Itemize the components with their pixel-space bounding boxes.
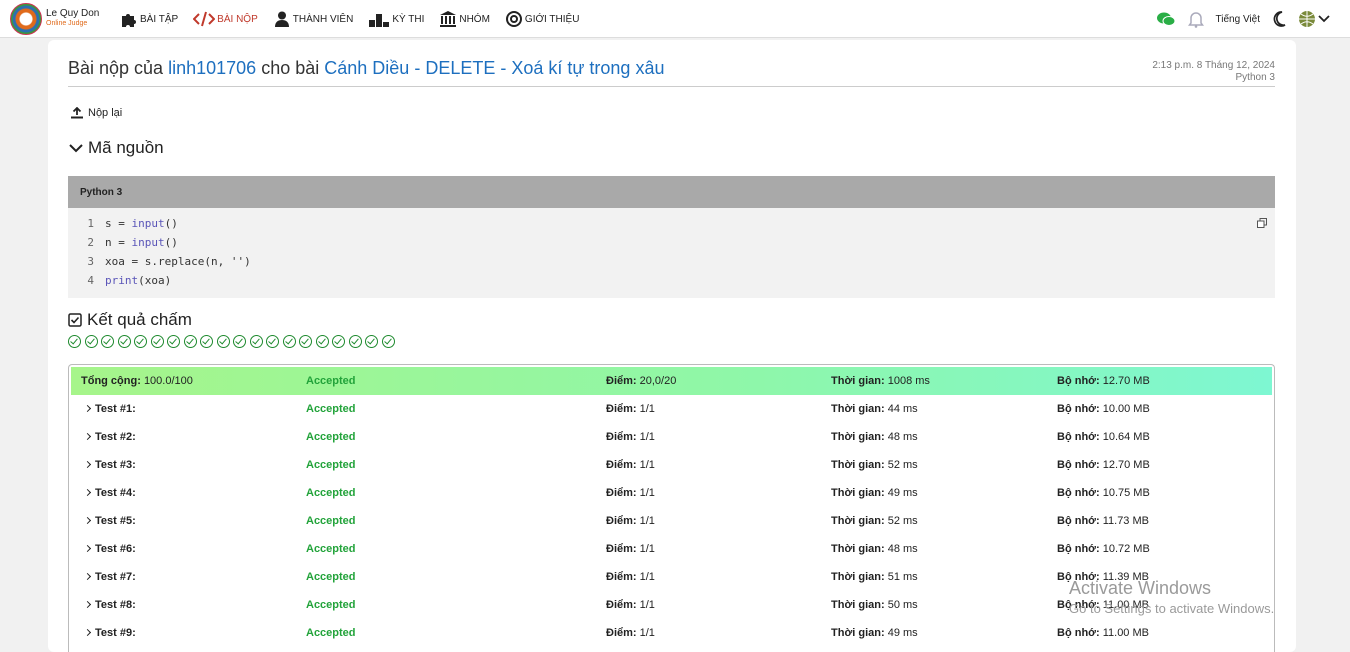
at-icon bbox=[505, 11, 522, 27]
check-circle-icon bbox=[183, 335, 197, 348]
code-icon bbox=[193, 11, 216, 27]
language-selector[interactable]: Tiếng Việt bbox=[1216, 14, 1260, 25]
wechat-icon[interactable] bbox=[1156, 11, 1176, 27]
check-circle-icon bbox=[101, 335, 114, 348]
status-badge: Accepted bbox=[306, 627, 356, 639]
code-block: 1 s = input() 2 n = input() 3 xoa = s.re… bbox=[68, 208, 1275, 298]
windows-activation-watermark: Activate Windows Go to Settings to activ… bbox=[1069, 578, 1275, 616]
puzzle-icon bbox=[122, 14, 136, 27]
user-icon bbox=[274, 11, 289, 27]
check-circle-icon bbox=[315, 335, 329, 348]
submission-card: Bài nộp của linh101706 cho bài Cánh Diều… bbox=[48, 40, 1296, 652]
nav-item-problems[interactable]: BÀI TẬP bbox=[120, 11, 178, 27]
test-case-row[interactable]: Test #3: Accepted Điểm: 1/1 Thời gian: 52 m… bbox=[71, 451, 1272, 479]
status-badge: Accepted bbox=[306, 599, 356, 611]
chevron-right-icon bbox=[83, 432, 92, 441]
site-logo[interactable]: Le Quy Don Online Judge bbox=[10, 3, 99, 35]
status-badge: Accepted bbox=[306, 431, 356, 443]
status-badge: Accepted bbox=[306, 571, 356, 583]
navbar: Le Quy Don Online Judge BÀI TẬP BÀI NỘP … bbox=[0, 0, 1350, 38]
test-case-row[interactable]: Test #1: Accepted Điểm: 1/1 Thời gian: 44 m… bbox=[71, 395, 1272, 423]
nav-item-users[interactable]: THÀNH VIÊN bbox=[273, 11, 353, 27]
check-circle-icon bbox=[365, 335, 378, 348]
test-case-row[interactable]: Test #9: Accepted Điểm: 1/1 Thời gian: 49 m… bbox=[71, 619, 1272, 647]
scrollbar[interactable] bbox=[1342, 38, 1350, 652]
status-badge: Accepted bbox=[306, 515, 356, 527]
code-line: 1 s = input() bbox=[87, 217, 178, 230]
source-code-heading: Mã nguồn bbox=[88, 138, 164, 157]
submission-meta: 2:13 p.m. 8 Tháng 12, 2024 Python 3 bbox=[1152, 60, 1275, 84]
chevron-right-icon bbox=[83, 516, 92, 525]
globe-avatar-icon bbox=[1299, 11, 1315, 27]
nav-item-submissions[interactable]: BÀI NỘP bbox=[193, 11, 258, 27]
chevron-down-icon bbox=[69, 144, 83, 153]
logo-emblem-icon bbox=[10, 3, 42, 35]
check-circle-icon bbox=[332, 335, 345, 348]
nav-item-groups[interactable]: NHÓM bbox=[439, 11, 490, 27]
chevron-down-icon bbox=[1318, 15, 1330, 23]
check-circle-icon bbox=[348, 335, 362, 348]
problem-link[interactable]: Cánh Diều - DELETE - Xoá kí tự trong xâu bbox=[324, 58, 664, 78]
moon-icon[interactable] bbox=[1272, 11, 1286, 27]
chevron-right-icon bbox=[83, 628, 92, 637]
check-circle-icon bbox=[216, 335, 230, 348]
total-row: Tổng cộng: 100.0/100 Accepted Điểm: 20,0… bbox=[71, 367, 1272, 395]
status-badge: Accepted bbox=[306, 543, 356, 555]
institution-icon bbox=[440, 11, 457, 27]
nav-item-contests[interactable]: KỲ THI bbox=[368, 11, 424, 27]
page-title: Bài nộp của linh101706 cho bài Cánh Diều… bbox=[68, 58, 665, 78]
check-circle-icon bbox=[233, 335, 246, 348]
code-language-header: Python 3 bbox=[68, 176, 1275, 208]
check-circle-icon bbox=[134, 335, 147, 348]
status-badge: Accepted bbox=[306, 459, 356, 471]
check-circle-icon bbox=[299, 335, 312, 348]
test-case-row[interactable]: Test #4: Accepted Điểm: 1/1 Thời gian: 49 m… bbox=[71, 479, 1272, 507]
checkbox-checked-icon bbox=[68, 313, 82, 327]
page-title-row: Bài nộp của linh101706 cho bài Cánh Diều… bbox=[68, 58, 1275, 87]
submission-language: Python 3 bbox=[1235, 72, 1275, 83]
check-circle-icon bbox=[200, 335, 213, 348]
user-menu[interactable] bbox=[1298, 10, 1330, 28]
nav-right: Tiếng Việt bbox=[1144, 0, 1330, 38]
code-line: 2 n = input() bbox=[87, 236, 178, 249]
source-code-toggle[interactable]: Mã nguồn bbox=[68, 138, 164, 158]
check-circle-icon bbox=[282, 335, 296, 348]
chevron-right-icon bbox=[83, 404, 92, 413]
test-check-strip bbox=[68, 335, 398, 348]
status-badge: Accepted bbox=[306, 487, 356, 499]
chevron-right-icon bbox=[83, 488, 92, 497]
check-circle-icon bbox=[249, 335, 263, 348]
check-circle-icon bbox=[150, 335, 164, 348]
check-circle-icon bbox=[84, 335, 98, 348]
podium-icon bbox=[369, 14, 390, 27]
logo-title: Le Quy Don bbox=[46, 8, 100, 19]
check-circle-icon bbox=[68, 335, 81, 348]
status-badge: Accepted bbox=[306, 375, 356, 387]
result-heading: Kết quả chấm bbox=[87, 310, 192, 329]
upload-icon bbox=[71, 107, 83, 119]
test-case-row[interactable]: Test #2: Accepted Điểm: 1/1 Thời gian: 48 m… bbox=[71, 423, 1272, 451]
copy-icon[interactable] bbox=[1257, 218, 1267, 228]
chevron-right-icon bbox=[83, 572, 92, 581]
chevron-right-icon bbox=[83, 544, 92, 553]
code-line: 3 xoa = s.replace(n, '') bbox=[87, 255, 251, 268]
check-circle-icon bbox=[381, 335, 395, 348]
user-link[interactable]: linh101706 bbox=[168, 58, 256, 78]
check-circle-icon bbox=[266, 335, 279, 348]
check-circle-icon bbox=[117, 335, 131, 348]
chevron-right-icon bbox=[83, 460, 92, 469]
resubmit-button[interactable]: Nộp lại bbox=[70, 107, 122, 119]
code-line: 4 print(xoa) bbox=[87, 274, 172, 287]
test-case-row[interactable]: Test #6: Accepted Điểm: 1/1 Thời gian: 48 m… bbox=[71, 535, 1272, 563]
nav-item-about[interactable]: GIỚI THIỆU bbox=[505, 11, 579, 27]
main-nav: BÀI TẬP BÀI NỘP THÀNH VIÊN KỲ THI NHÓM G… bbox=[120, 0, 594, 38]
submission-datetime: 2:13 p.m. 8 Tháng 12, 2024 bbox=[1152, 60, 1275, 71]
result-heading-row: Kết quả chấm bbox=[68, 310, 192, 330]
test-case-row[interactable]: Test #5: Accepted Điểm: 1/1 Thời gian: 52 m… bbox=[71, 507, 1272, 535]
check-circle-icon bbox=[167, 335, 180, 348]
logo-subtitle: Online Judge bbox=[46, 20, 88, 27]
chevron-right-icon bbox=[83, 600, 92, 609]
bell-icon[interactable] bbox=[1187, 10, 1204, 28]
status-badge: Accepted bbox=[306, 403, 356, 415]
